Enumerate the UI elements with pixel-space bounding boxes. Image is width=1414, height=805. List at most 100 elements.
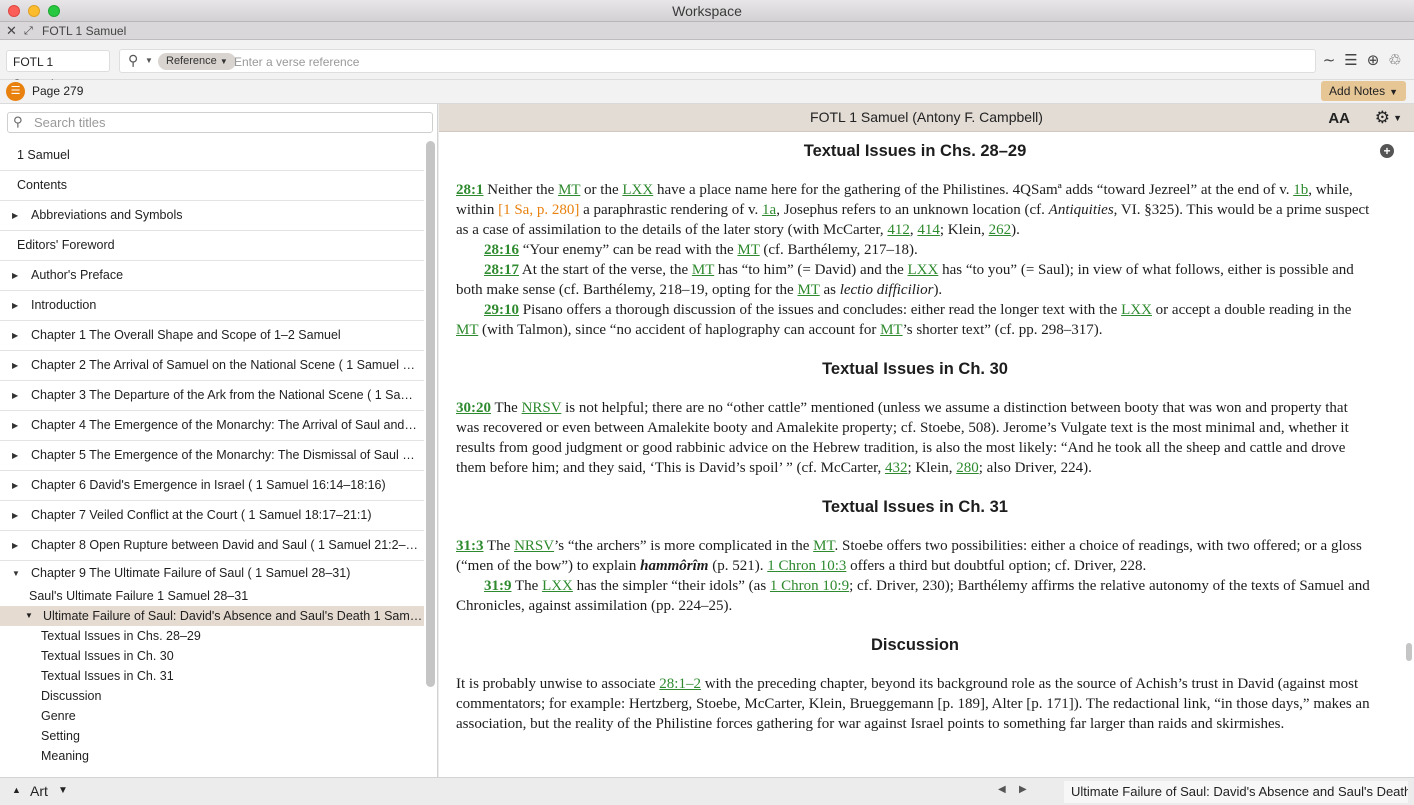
verse-link[interactable]: 28:17 [484,262,519,278]
toc-item[interactable]: ▶ Chapter 3 The Departure of the Ark from… [0,381,424,411]
table-of-contents-icon[interactable]: ☰ [6,82,25,101]
text-list-icon[interactable]: ☰ [1340,50,1362,72]
toc-item[interactable]: ▶ Chapter 2 The Arrival of Samuel on the … [0,351,424,381]
recycle-icon[interactable]: ♲ [1384,50,1406,72]
add-note-plus-icon[interactable]: + [1380,144,1394,158]
chevron-down-icon[interactable]: ▼ [145,56,153,65]
expand-triangle-icon[interactable]: ▶ [12,501,18,530]
expand-triangle-icon[interactable]: ▶ [12,441,18,470]
add-notes-button[interactable]: Add Notes ▼ [1321,81,1406,101]
verse-link[interactable]: 28:1 [456,182,484,198]
resource-selector[interactable]: FOTL 1 Samuel▼ [6,50,110,91]
verse-link[interactable]: 1b [1293,182,1308,198]
expand-triangle-icon[interactable]: ▶ [12,291,18,320]
gear-icon[interactable]: ⚙ [1375,104,1390,131]
verse-link[interactable]: 29:10 [484,302,519,318]
toc-item[interactable]: ▼ Chapter 9 The Ultimate Failure of Saul … [0,561,424,586]
toc-subitem[interactable]: Saul's Ultimate Failure 1 Samuel 28–31 [0,586,424,606]
toc-item[interactable]: ▶ Chapter 1 The Overall Shape and Scope o… [0,321,424,351]
expand-triangle-icon[interactable]: ▶ [12,411,18,440]
page-link[interactable]: 432 [885,460,908,476]
expand-panel-icon[interactable]: ⤢ [24,22,33,40]
expand-triangle-icon[interactable]: ▶ [12,201,18,230]
page-link[interactable]: 412 [887,222,910,238]
abbrev-link[interactable]: LXX [908,262,939,278]
expand-triangle-icon[interactable]: ▶ [12,471,18,500]
expand-triangle-icon[interactable]: ▶ [12,321,18,350]
add-circle-icon[interactable]: ⊕ [1362,50,1384,72]
toc-item[interactable]: ▶ Chapter 5 The Emergence of the Monarchy… [0,441,424,471]
search-icon[interactable]: ⚲ [128,52,138,69]
abbrev-link[interactable]: LXX [1121,302,1152,318]
collapse-triangle-icon[interactable]: ▼ [12,561,20,586]
next-arrow-icon[interactable]: ▶ [1019,784,1027,795]
search-mode-pill[interactable]: Reference ▼ [158,53,236,70]
reference-input[interactable] [234,52,1304,71]
abbrev-link[interactable]: MT [558,182,580,198]
toc-subitem[interactable]: Genre [0,706,424,726]
toc-item[interactable]: ▶ Introduction [0,291,424,321]
toc-item-label: Author's Preface [31,268,124,282]
toc-item[interactable]: 1 Samuel [0,141,424,171]
verse-link[interactable]: 31:3 [456,538,484,554]
toc-item[interactable]: ▶ Abbreviations and Symbols [0,201,424,231]
abbrev-link[interactable]: MT [880,322,903,338]
toc-item[interactable]: ▶ Chapter 6 David's Emergence in Israel (… [0,471,424,501]
abbrev-link[interactable]: NRSV [522,400,562,416]
font-size-icon[interactable]: AA [1328,105,1350,132]
abbrev-link[interactable]: MT [456,322,478,338]
page-link[interactable]: 262 [989,222,1012,238]
maximize-window-icon[interactable] [48,5,60,17]
page-link[interactable]: 414 [917,222,940,238]
toc-subitem[interactable]: Meaning [0,746,424,766]
toc-item[interactable]: ▶ Chapter 7 Veiled Conflict at the Court … [0,501,424,531]
paragraph: It is probably unwise to associate 28:1–… [456,676,1370,732]
expand-triangle-icon[interactable]: ▶ [12,381,18,410]
abbrev-link[interactable]: LXX [542,578,573,594]
chevron-down-icon[interactable]: ▼ [58,785,68,796]
chevron-down-icon[interactable]: ▼ [1393,105,1402,132]
expand-triangle-icon[interactable]: ▶ [12,261,18,290]
abbrev-link[interactable]: NRSV [514,538,554,554]
minimize-window-icon[interactable] [28,5,40,17]
abbrev-link[interactable]: MT [737,242,759,258]
page-link[interactable]: 280 [956,460,979,476]
toc-item[interactable]: ▶ Chapter 4 The Emergence of the Monarchy… [0,411,424,441]
abbrev-link[interactable]: MT [692,262,714,278]
expand-triangle-icon[interactable]: ▶ [12,351,18,380]
verse-link[interactable]: 1 Chron 10:9 [770,578,849,594]
sidebar-scrollbar[interactable] [426,141,435,687]
toc-subitem[interactable]: Textual Issues in Ch. 31 [0,666,424,686]
verse-link[interactable]: 1 Chron 10:3 [767,558,846,574]
verse-link[interactable]: 28:1–2 [659,676,701,692]
toc-subitem[interactable]: Discussion [0,686,424,706]
toc-subitem[interactable]: Textual Issues in Chs. 28–29 [0,626,424,646]
toc-item[interactable]: Editors' Foreword [0,231,424,261]
close-panel-icon[interactable]: ✕ [6,22,17,40]
abbrev-link[interactable]: MT [797,282,819,298]
toc-item[interactable]: ▶ Author's Preface [0,261,424,291]
search-icon[interactable]: ⚲ [13,114,23,130]
toc-subitem[interactable]: Textual Issues in Ch. 30 [0,646,424,666]
chevron-up-icon[interactable]: ▲ [12,785,21,795]
toc-subitem[interactable]: Setting [0,726,424,746]
status-bar: ▲ Art ▼ ◀ ▶ Ultimate Failure of Saul: Da… [0,777,1414,805]
verse-link[interactable]: 30:20 [456,400,491,416]
expand-triangle-icon[interactable]: ▶ [12,531,18,560]
verse-link[interactable]: 28:16 [484,242,519,258]
verse-link[interactable]: 1a [762,202,776,218]
reader-scrollbar[interactable] [1406,643,1412,661]
toc-item[interactable]: ▶ Chapter 8 Open Rupture between David an… [0,531,424,561]
panel-tab-title[interactable]: FOTL 1 Samuel [42,22,126,40]
title-search-input[interactable] [34,114,424,131]
toc-item[interactable]: Contents [0,171,424,201]
close-window-icon[interactable] [8,5,20,17]
toc-subitem-selected[interactable]: ▼ Ultimate Failure of Saul: David's Absen… [0,606,424,626]
abbrev-link[interactable]: LXX [622,182,653,198]
previous-arrow-icon[interactable]: ◀ [998,784,1006,795]
abbrev-link[interactable]: MT [813,538,834,554]
verse-link[interactable]: 31:9 [484,578,512,594]
visual-filter-icon[interactable]: ∼ [1318,50,1340,72]
collapse-triangle-icon[interactable]: ▼ [25,606,33,626]
panel-selector-label[interactable]: Art [30,783,48,799]
